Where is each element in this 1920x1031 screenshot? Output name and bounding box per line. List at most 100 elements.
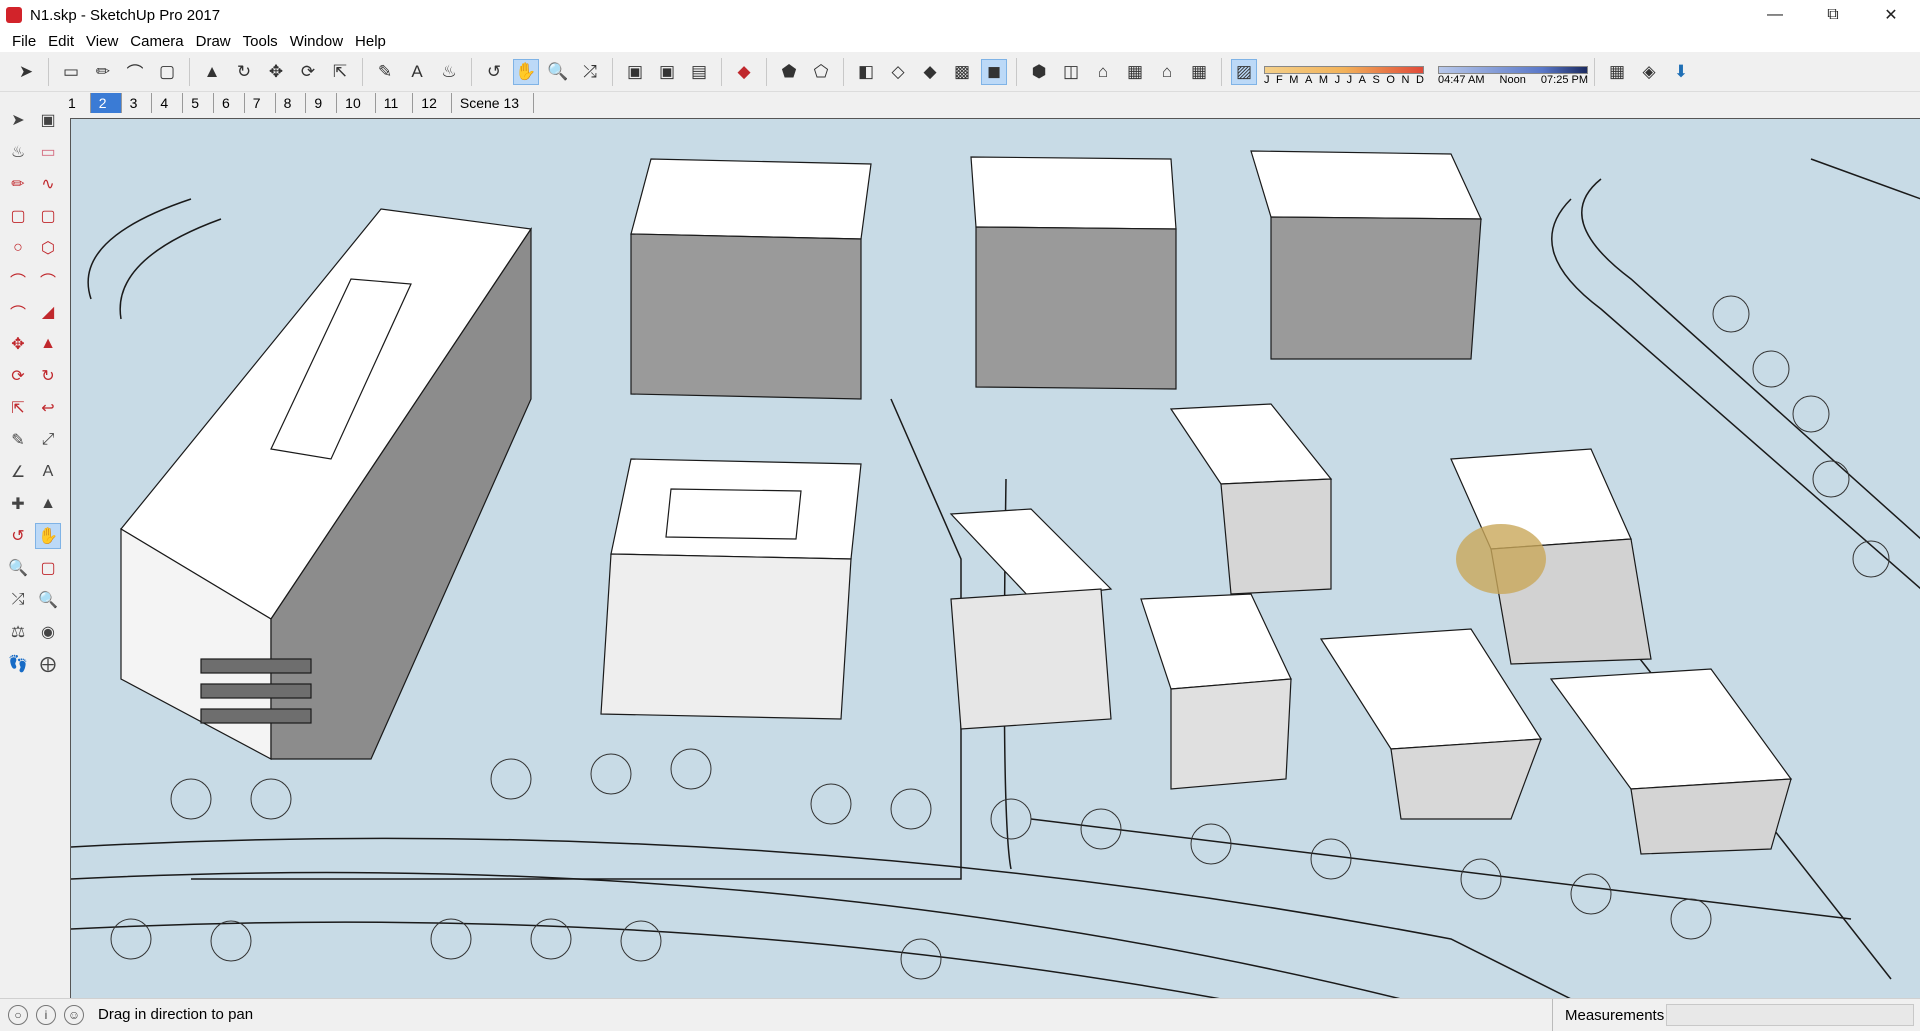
- close-button[interactable]: ✕: [1862, 0, 1920, 30]
- three-point-arc-icon[interactable]: ⌒: [5, 299, 31, 325]
- xray-icon[interactable]: ⬟: [776, 59, 802, 85]
- select-icon[interactable]: ➤: [13, 59, 39, 85]
- rotate-icon[interactable]: ⟳: [5, 363, 31, 389]
- hidden-line-icon[interactable]: ◇: [885, 59, 911, 85]
- scene-tab-13[interactable]: Scene 13: [452, 93, 535, 113]
- left-view-icon[interactable]: ▦: [1186, 59, 1212, 85]
- pan-icon[interactable]: ✋: [35, 523, 61, 549]
- menu-camera[interactable]: Camera: [124, 33, 189, 50]
- text-icon[interactable]: A: [404, 59, 430, 85]
- pencil-icon[interactable]: ✏: [90, 59, 116, 85]
- time-bar[interactable]: [1438, 65, 1588, 74]
- rectangle-icon[interactable]: ▢: [5, 203, 31, 229]
- push-pull-icon[interactable]: ▲: [35, 331, 61, 357]
- arc-icon[interactable]: ⌒: [122, 59, 148, 85]
- iso-view-icon[interactable]: ⬢: [1026, 59, 1052, 85]
- menu-tools[interactable]: Tools: [237, 33, 284, 50]
- menu-edit[interactable]: Edit: [42, 33, 80, 50]
- pie-icon[interactable]: ◢: [35, 299, 61, 325]
- restore-button[interactable]: ⧉: [1804, 0, 1862, 30]
- layout-icon[interactable]: ▤: [686, 59, 712, 85]
- tape-measure-icon[interactable]: ✎: [372, 59, 398, 85]
- menu-draw[interactable]: Draw: [190, 33, 237, 50]
- scale-icon[interactable]: ⇱: [327, 59, 353, 85]
- scene-tab-4[interactable]: 4: [152, 93, 184, 113]
- top-view-icon[interactable]: ◫: [1058, 59, 1084, 85]
- month-bar[interactable]: [1264, 65, 1424, 74]
- front-view-icon[interactable]: ⌂: [1090, 59, 1116, 85]
- monochrome-icon[interactable]: ◼: [981, 58, 1007, 85]
- export-icon[interactable]: ⬇: [1668, 59, 1694, 85]
- previous-view-icon[interactable]: 🔍: [35, 587, 61, 613]
- move-icon[interactable]: ✥: [5, 331, 31, 357]
- scene-tab-2[interactable]: 2: [90, 93, 122, 113]
- menu-file[interactable]: File: [6, 33, 42, 50]
- scene-tab-12[interactable]: 12: [413, 93, 452, 113]
- axes-icon[interactable]: ✚: [5, 491, 31, 517]
- warehouse-icon[interactable]: ▣: [622, 59, 648, 85]
- eraser-icon[interactable]: ▭: [58, 59, 84, 85]
- rotated-rectangle-icon[interactable]: ▢: [35, 203, 61, 229]
- back-edges-icon[interactable]: ⬠: [808, 59, 834, 85]
- orbit-icon[interactable]: ↺: [5, 523, 31, 549]
- toggle-terrain-icon[interactable]: ◈: [1636, 59, 1662, 85]
- zoom-icon[interactable]: 🔍: [545, 59, 571, 85]
- make-component-icon[interactable]: ▣: [35, 107, 61, 133]
- minimize-button[interactable]: —: [1746, 0, 1804, 30]
- offset-icon[interactable]: ↩: [35, 395, 61, 421]
- look-around-icon[interactable]: ◉: [35, 619, 61, 645]
- shaded-icon[interactable]: ◆: [917, 59, 943, 85]
- follow-me-icon[interactable]: ↻: [231, 59, 257, 85]
- section-plane-icon[interactable]: ⨁: [35, 651, 61, 677]
- scene-tab-10[interactable]: 10: [337, 93, 376, 113]
- scene-tab-3[interactable]: 3: [122, 93, 153, 113]
- scene-tab-6[interactable]: 6: [214, 93, 245, 113]
- follow-me-icon[interactable]: ↻: [35, 363, 61, 389]
- eraser-icon[interactable]: ▭: [35, 139, 61, 165]
- shaded-textures-icon[interactable]: ▩: [949, 59, 975, 85]
- move-icon[interactable]: ✥: [263, 59, 289, 85]
- menu-help[interactable]: Help: [349, 33, 392, 50]
- shadow-date-slider[interactable]: J F M A M J J A S O N D 04:47 AM Noon 07…: [1264, 58, 1588, 86]
- geolocation-icon[interactable]: ○: [8, 1004, 28, 1025]
- modeling-viewport[interactable]: [70, 118, 1920, 998]
- dimension-icon[interactable]: ⤢: [35, 427, 61, 453]
- zoom-extents-icon[interactable]: ⤮: [577, 59, 603, 85]
- 3d-text-icon[interactable]: ▲: [35, 491, 61, 517]
- measurements-input[interactable]: [1666, 1004, 1914, 1026]
- info-icon[interactable]: i: [36, 1004, 56, 1025]
- paint-bucket-icon[interactable]: ♨: [436, 59, 462, 85]
- select-icon[interactable]: ➤: [5, 107, 31, 133]
- two-point-arc-icon[interactable]: ⌒: [35, 267, 61, 293]
- walk-icon[interactable]: 👣: [5, 651, 31, 677]
- zoom-icon[interactable]: 🔍: [5, 555, 31, 581]
- rotate-icon[interactable]: ⟳: [295, 59, 321, 85]
- tape-measure-icon[interactable]: ✎: [5, 427, 31, 453]
- arc-icon[interactable]: ⌒: [5, 267, 31, 293]
- zoom-extents-icon[interactable]: ⤮: [5, 587, 31, 613]
- pan-icon[interactable]: ✋: [513, 58, 539, 85]
- circle-icon[interactable]: ○: [5, 235, 31, 261]
- push-pull-icon[interactable]: ▲: [199, 59, 225, 85]
- rectangle-icon[interactable]: ▢: [154, 59, 180, 85]
- zoom-window-icon[interactable]: ▢: [35, 555, 61, 581]
- scene-tab-11[interactable]: 11: [376, 93, 414, 113]
- menu-window[interactable]: Window: [284, 33, 349, 50]
- scene-tab-7[interactable]: 7: [245, 93, 276, 113]
- pencil-icon[interactable]: ✏: [5, 171, 31, 197]
- scene-tab-5[interactable]: 5: [183, 93, 214, 113]
- paint-bucket-icon[interactable]: ♨: [5, 139, 31, 165]
- scale-icon[interactable]: ⇱: [5, 395, 31, 421]
- text-icon[interactable]: A: [35, 459, 61, 485]
- right-view-icon[interactable]: ▦: [1122, 59, 1148, 85]
- user-icon[interactable]: ☺: [64, 1004, 84, 1025]
- orbit-icon[interactable]: ↺: [481, 59, 507, 85]
- shadow-time-slider[interactable]: 04:47 AM Noon 07:25 PM: [1438, 65, 1588, 86]
- wireframe-icon[interactable]: ◧: [853, 59, 879, 85]
- shadows-icon[interactable]: ▨: [1231, 58, 1257, 85]
- menu-view[interactable]: View: [80, 33, 124, 50]
- scene-tab-9[interactable]: 9: [306, 93, 338, 113]
- protractor-icon[interactable]: ∠: [5, 459, 31, 485]
- ruby-icon[interactable]: ◆: [731, 59, 757, 85]
- scene-tab-8[interactable]: 8: [276, 93, 307, 113]
